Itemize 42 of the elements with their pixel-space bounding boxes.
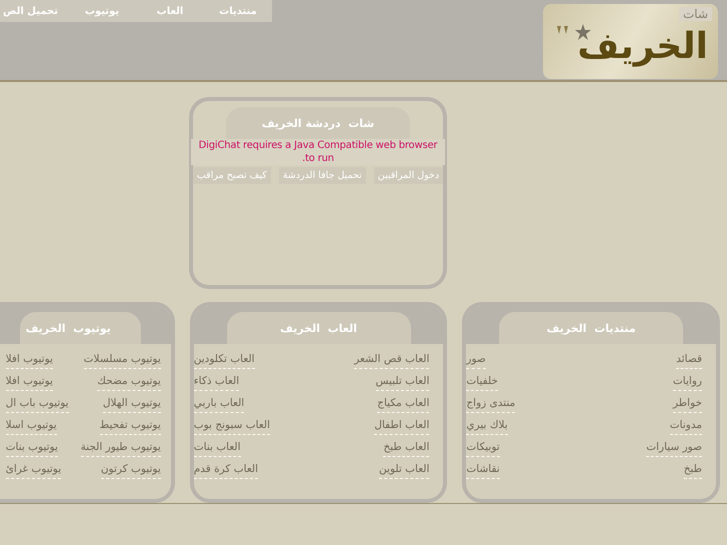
section-link[interactable]: طبخ (684, 462, 702, 479)
section-link[interactable]: العاب اطفال (374, 418, 430, 435)
section-link[interactable]: العاب سبونج بوب (194, 418, 270, 435)
section-link[interactable]: يوتيوب كرتون (100, 462, 161, 479)
section-link[interactable]: العاب ذكاء (194, 374, 240, 391)
panel-title: شات دردشة الخريف (226, 107, 410, 139)
section-link[interactable]: يوتيوب طيور الجنة (80, 440, 161, 457)
section-link[interactable]: العاب بنات (194, 440, 241, 457)
panel-title: منتديات الخريف (499, 312, 684, 344)
section-link[interactable]: العاب قص الشعر (354, 352, 430, 369)
panel-title: يوتيوب الخريف (20, 312, 141, 344)
section-link[interactable]: يوتيوب مضحك (97, 374, 161, 391)
section-link[interactable]: العاب باربي (194, 396, 244, 413)
java-message: DigiChat requires a Java Compatible web browser to run. (191, 139, 445, 165)
section-link[interactable]: العاب مكياج (377, 396, 430, 413)
section-link[interactable]: بلاك بيري (466, 418, 508, 435)
section-link[interactable]: يوتيوب باب ال (6, 396, 69, 413)
section-link[interactable]: مدونات (670, 418, 702, 435)
section-link[interactable]: نقاشات (466, 462, 500, 479)
section-link[interactable]: يوتيوب افلا (6, 374, 53, 391)
section-link[interactable]: يوتيوب تفحيط (100, 418, 161, 435)
section-link[interactable]: خواطر (673, 396, 702, 413)
section-link[interactable]: روايات (672, 374, 702, 391)
logo-tag: شات (678, 7, 712, 21)
section-link[interactable]: يوتيوب اسلا (6, 418, 57, 435)
section-link[interactable]: منتدى زواج (466, 396, 516, 413)
section-link[interactable]: يوتيوب الهلال (102, 396, 161, 413)
section-link[interactable]: العاب تلوين (379, 462, 430, 479)
section-link[interactable]: توبيكات (466, 440, 500, 457)
section-link[interactable]: العاب تكلودين (194, 352, 255, 369)
section-link[interactable]: يوتيوب بنات (6, 440, 58, 457)
section-link[interactable]: يوتيوب مسلسلات (84, 352, 161, 369)
section-link[interactable]: صور سيارات (646, 440, 702, 457)
section-link[interactable]: خلفيات (466, 374, 498, 391)
panel-title: العاب الخريف (226, 312, 411, 344)
section-link[interactable]: يوتيوب افلا (6, 352, 53, 369)
section-link[interactable]: العاب طبخ (383, 440, 430, 457)
section-link[interactable]: يوتيوب غرائ (6, 462, 62, 479)
section-link[interactable]: العاب تلبيس (376, 374, 430, 391)
section-link[interactable]: العاب كرة قدم (194, 462, 258, 479)
logo-text: الخريف (577, 26, 708, 67)
section-link[interactable]: قصائد (676, 352, 702, 369)
